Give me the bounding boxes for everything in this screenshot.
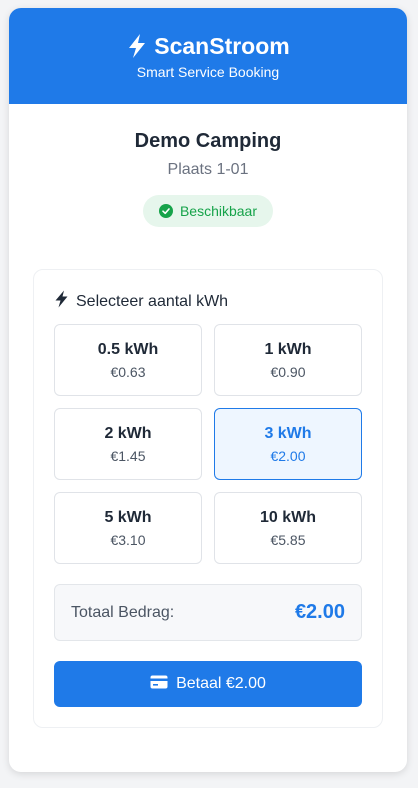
status-badge: Beschikbaar — [142, 195, 274, 227]
kwh-option-0-5[interactable]: 0.5 kWh €0.63 — [54, 324, 202, 396]
option-price: €0.90 — [270, 364, 306, 380]
app-header: ScanStroom Smart Service Booking — [9, 8, 407, 104]
pay-button-label: Betaal €2.00 — [176, 675, 266, 692]
check-circle-icon — [158, 204, 173, 218]
booking-card: ScanStroom Smart Service Booking Demo Ca… — [9, 8, 407, 772]
pay-button[interactable]: Betaal €2.00 — [54, 661, 362, 707]
selector-title: Selecteer aantal kWh — [54, 290, 228, 313]
kwh-option-1[interactable]: 1 kWh €0.90 — [214, 324, 362, 396]
credit-card-icon — [150, 675, 168, 694]
brand-name: ScanStroom — [154, 33, 290, 59]
option-kwh: 1 kWh — [264, 341, 312, 358]
option-kwh: 10 kWh — [259, 509, 316, 526]
bolt-icon — [126, 33, 148, 59]
brand: ScanStroom — [9, 8, 407, 59]
kwh-option-3[interactable]: 3 kWh €2.00 — [214, 408, 362, 480]
option-price: €0.63 — [110, 364, 146, 380]
site-place: Plaats 1-01 — [167, 161, 249, 178]
kwh-option-10[interactable]: 10 kWh €5.85 — [214, 492, 362, 564]
option-price: €1.45 — [110, 448, 146, 464]
option-price: €5.85 — [270, 532, 306, 548]
brand-subtitle: Smart Service Booking — [136, 64, 280, 80]
kwh-option-2[interactable]: 2 kWh €1.45 — [54, 408, 202, 480]
site-info: Demo Camping Plaats 1-01 Beschikbaar — [9, 104, 407, 227]
site-name: Demo Camping — [134, 130, 282, 152]
option-price: €3.10 — [110, 532, 146, 548]
bolt-icon — [54, 290, 69, 313]
total-label: Totaal Bedrag: — [71, 603, 175, 621]
kwh-selector-panel: Selecteer aantal kWh 0.5 kWh €0.63 1 kWh… — [33, 269, 383, 728]
total-amount-box: Totaal Bedrag: €2.00 — [54, 584, 362, 641]
selector-title-label: Selecteer aantal kWh — [76, 292, 229, 310]
total-value: €2.00 — [294, 601, 345, 623]
kwh-option-5[interactable]: 5 kWh €3.10 — [54, 492, 202, 564]
option-kwh: 2 kWh — [104, 425, 152, 442]
option-price: €2.00 — [270, 448, 306, 464]
kwh-options: 0.5 kWh €0.63 1 kWh €0.90 2 kWh €1.45 3 … — [54, 324, 362, 564]
option-kwh: 3 kWh — [264, 425, 312, 442]
option-kwh: 5 kWh — [104, 509, 152, 526]
option-kwh: 0.5 kWh — [97, 341, 159, 358]
status-label: Beschikbaar — [179, 203, 258, 219]
